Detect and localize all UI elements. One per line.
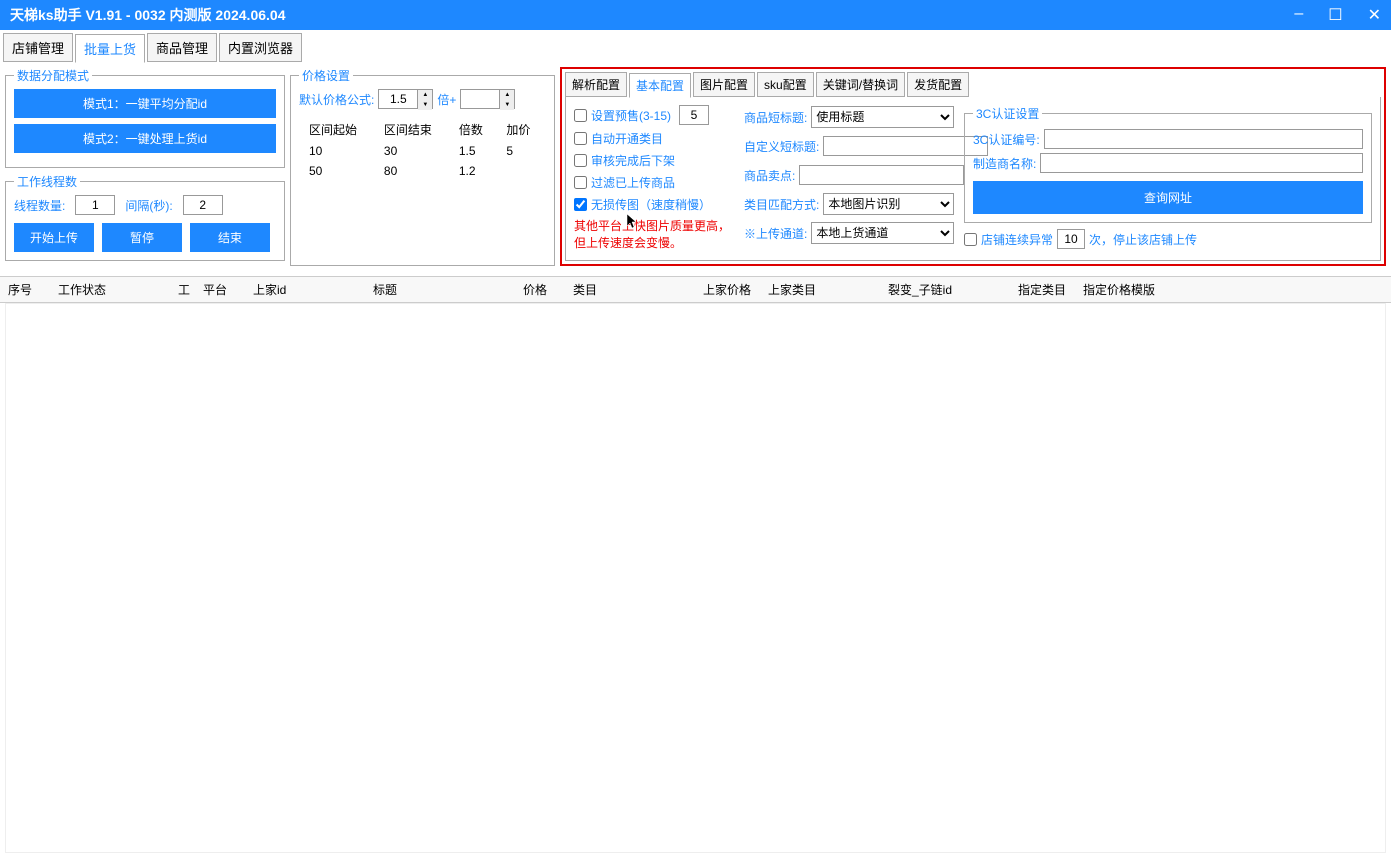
minimize-icon[interactable]: – [1294,5,1303,25]
th-seller-price[interactable]: 上家价格 [695,281,760,298]
upper-panel: 数据分配模式 模式1：一键平均分配id 模式2：一键处理上货id 工作线程数 线… [0,62,1391,271]
selling-point-label: 商品卖点: [744,167,795,184]
cat-match-select[interactable]: 本地图片识别 [823,193,954,215]
app-title: 天梯ks助手 V1.91 - 0032 内测版 2024.06.04 [10,5,1294,25]
th-status[interactable]: 工作状态 [50,281,170,298]
remove-after-checkbox[interactable] [574,154,587,167]
cert-no-input[interactable] [1044,129,1363,149]
spinner-up-icon[interactable]: ▲ [418,90,432,100]
cfg-tab-image[interactable]: 图片配置 [693,72,755,97]
tab-browser[interactable]: 内置浏览器 [219,33,302,62]
shop-error-input[interactable] [1057,229,1085,249]
th-platform[interactable]: 平台 [195,281,245,298]
interval-label: 间隔(秒): [125,197,172,214]
thread-count-input[interactable] [75,195,115,215]
price-add-spinner[interactable]: ▲▼ [460,89,515,109]
price-th-start: 区间起始 [301,119,374,140]
price-row[interactable]: 10 30 1.5 5 [301,142,544,160]
thread-count-label: 线程数量: [14,197,65,214]
interval-input[interactable] [183,195,223,215]
end-button[interactable]: 结束 [190,223,270,252]
cfg-tab-sku[interactable]: sku配置 [757,72,814,97]
presale-input[interactable] [679,105,709,125]
shop-error-checkbox[interactable] [964,233,977,246]
cat-match-label: 类目匹配方式: [744,196,819,213]
threads-fieldset: 工作线程数 线程数量: 间隔(秒): 开始上传 暂停 结束 [5,173,285,261]
autocat-checkbox[interactable] [574,132,587,145]
presale-checkbox[interactable] [574,109,587,122]
filter-uploaded-checkbox[interactable] [574,176,587,189]
mfr-input[interactable] [1040,153,1363,173]
config-body: 设置预售(3-15) 自动开通类目 审核完成后下架 过滤已上传商品 无损传图（速… [565,97,1381,261]
th-seller-cat[interactable]: 上家类目 [760,281,880,298]
default-price-label: 默认价格公式: [299,91,374,108]
spinner-up-icon[interactable]: ▲ [500,90,514,100]
mult-suffix-label: 倍+ [437,91,456,108]
upload-channel-select[interactable]: 本地上货通道 [811,222,954,244]
spinner-down-icon[interactable]: ▼ [418,100,432,110]
config-tab-bar: 解析配置 基本配置 图片配置 sku配置 关键词/替换词 发货配置 [565,72,1381,97]
cert-no-label: 3C认证编号: [973,131,1040,148]
data-table-header: 序号 工作状态 工 平台 上家id 标题 价格 类目 上家价格 上家类目 裂变_… [0,276,1391,303]
data-table-body[interactable] [5,303,1386,853]
custom-short-label: 自定义短标题: [744,138,819,155]
mode1-button[interactable]: 模式1：一键平均分配id [14,89,276,118]
cfg-tab-shipping[interactable]: 发货配置 [907,72,969,97]
th-seq[interactable]: 序号 [0,281,50,298]
maximize-icon[interactable]: ☐ [1328,5,1342,25]
spinner-down-icon[interactable]: ▼ [500,100,514,110]
price-multiplier-spinner[interactable]: ▲▼ [378,89,433,109]
pause-button[interactable]: 暂停 [102,223,182,252]
th-category[interactable]: 类目 [565,281,695,298]
th-title[interactable]: 标题 [365,281,515,298]
mode2-button[interactable]: 模式2：一键处理上货id [14,124,276,153]
mfr-label: 制造商名称: [973,155,1036,172]
main-tab-bar: 店铺管理 批量上货 商品管理 内置浏览器 [0,30,1391,62]
short-title-label: 商品短标题: [744,109,807,126]
cert3c-fieldset: 3C认证设置 3C认证编号: 制造商名称: 查询网址 [964,105,1372,223]
config-panel: 解析配置 基本配置 图片配置 sku配置 关键词/替换词 发货配置 设置预售(3… [560,67,1386,266]
cfg-tab-keywords[interactable]: 关键词/替换词 [816,72,905,97]
short-title-select[interactable]: 使用标题 [811,106,954,128]
close-icon[interactable]: ✕ [1368,5,1381,25]
tab-batch-upload[interactable]: 批量上货 [75,34,145,63]
price-legend: 价格设置 [299,67,353,84]
th-work[interactable]: 工 [170,281,195,298]
upload-channel-label: ※上传通道: [744,225,807,242]
start-upload-button[interactable]: 开始上传 [14,223,94,252]
threads-legend: 工作线程数 [14,173,80,190]
price-add-input[interactable] [460,89,500,109]
th-spec-cat[interactable]: 指定类目 [1010,281,1075,298]
th-spec-price-tpl[interactable]: 指定价格模版 [1075,281,1165,298]
query-url-button[interactable]: 查询网址 [973,181,1363,214]
th-fission[interactable]: 裂变_子链id [880,281,1010,298]
cert3c-legend: 3C认证设置 [973,105,1042,122]
lossless-note: 其他平台上快图片质量更高，但上传速度会变慢。 [574,218,734,252]
cfg-tab-parse[interactable]: 解析配置 [565,72,627,97]
price-th-mult: 倍数 [451,119,497,140]
price-row[interactable]: 50 80 1.2 [301,162,544,180]
price-th-end: 区间结束 [376,119,449,140]
tab-store-mgmt[interactable]: 店铺管理 [3,33,73,62]
th-seller-id[interactable]: 上家id [245,281,365,298]
price-multiplier-input[interactable] [378,89,418,109]
cfg-tab-basic[interactable]: 基本配置 [629,73,691,98]
window-controls: – ☐ ✕ [1294,5,1381,25]
lossless-checkbox[interactable] [574,198,587,211]
price-th-add: 加价 [498,119,544,140]
data-mode-legend: 数据分配模式 [14,67,92,84]
price-table: 区间起始 区间结束 倍数 加价 10 30 1.5 5 50 80 1.2 [299,117,546,182]
th-price[interactable]: 价格 [515,281,565,298]
selling-point-input[interactable] [799,165,964,185]
data-mode-fieldset: 数据分配模式 模式1：一键平均分配id 模式2：一键处理上货id [5,67,285,168]
price-fieldset: 价格设置 默认价格公式: ▲▼ 倍+ ▲▼ 区间起始 区间结束 倍数 加价 10… [290,67,555,266]
tab-product-mgmt[interactable]: 商品管理 [147,33,217,62]
title-bar: 天梯ks助手 V1.91 - 0032 内测版 2024.06.04 – ☐ ✕ [0,0,1391,30]
